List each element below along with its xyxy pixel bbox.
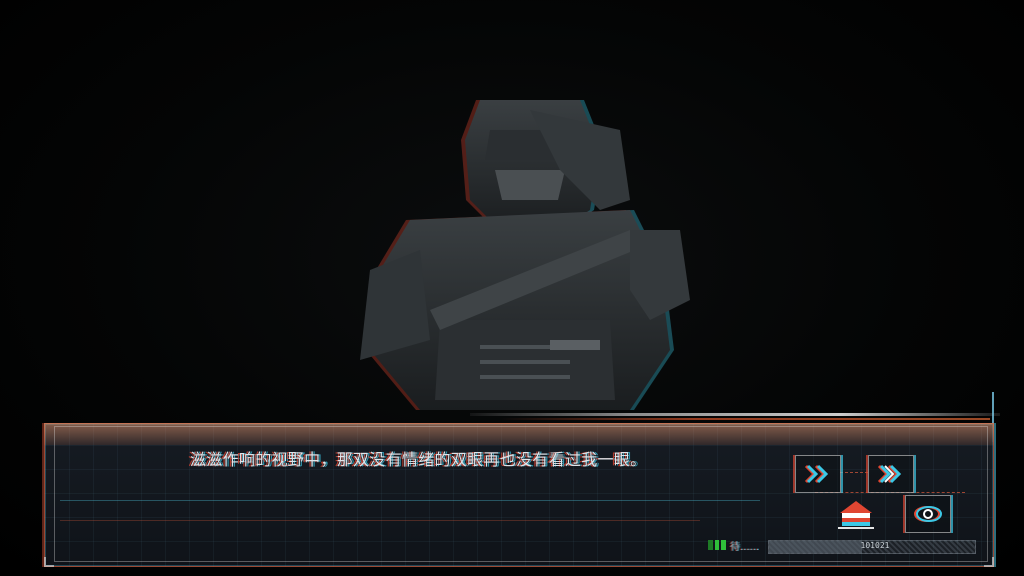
status-label: 待...... bbox=[730, 542, 760, 553]
scanline bbox=[60, 520, 700, 521]
armored-character-sprite bbox=[330, 90, 710, 430]
corner-mark bbox=[44, 557, 54, 567]
double-chevron-right-icon bbox=[804, 464, 829, 484]
house-icon bbox=[838, 501, 874, 529]
scanline bbox=[60, 500, 760, 501]
dialog-text: 滋滋作响的视野中，那双没有情绪的双眼再也没有看过我一眼。 bbox=[190, 450, 647, 469]
status-indicator bbox=[708, 540, 727, 550]
progress-code: 101021 bbox=[860, 541, 890, 550]
progress-fill bbox=[769, 541, 862, 553]
corner-mark bbox=[984, 557, 994, 567]
hide-ui-button[interactable] bbox=[905, 495, 951, 533]
skip-button[interactable] bbox=[795, 455, 841, 493]
glitch-line-top bbox=[470, 413, 1000, 416]
auto-play-button[interactable] bbox=[868, 455, 914, 493]
game-scene: 滋滋作响的视野中，那双没有情绪的双眼再也没有看过我一眼。 待...... 101… bbox=[0, 0, 1024, 576]
double-chevron-right-icon bbox=[877, 464, 902, 484]
dialog-top-band bbox=[44, 423, 994, 445]
connector-line bbox=[840, 472, 868, 473]
eye-icon bbox=[914, 506, 942, 522]
glitch-line-red bbox=[500, 418, 990, 420]
home-button[interactable] bbox=[833, 495, 879, 533]
